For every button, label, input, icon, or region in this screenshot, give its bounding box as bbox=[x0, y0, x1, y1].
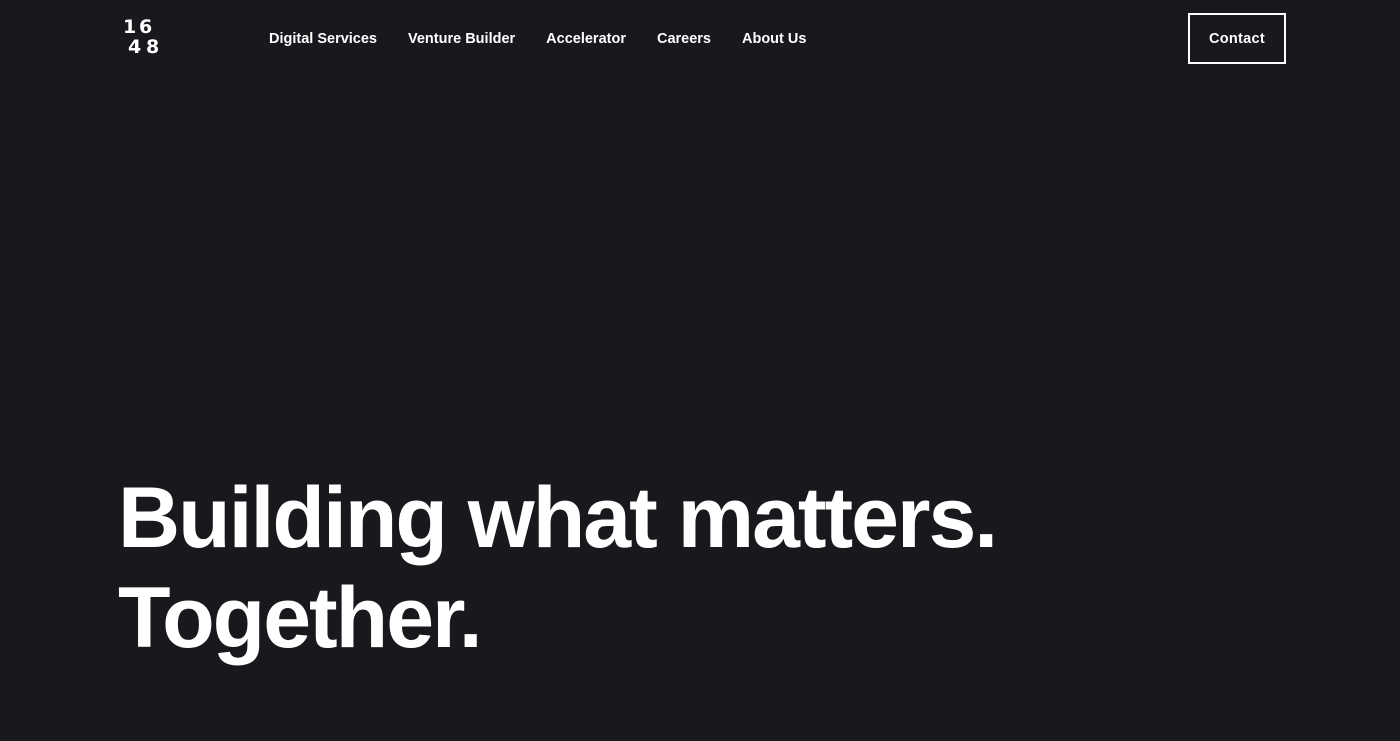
logo-digit: 6 bbox=[139, 16, 153, 38]
contact-button[interactable]: Contact bbox=[1188, 13, 1286, 64]
nav-item-accelerator[interactable]: Accelerator bbox=[546, 31, 626, 47]
logo-digit: 1 bbox=[123, 16, 137, 38]
main-nav: Digital Services Venture Builder Acceler… bbox=[269, 29, 837, 49]
nav-item-venture-builder[interactable]: Venture Builder bbox=[408, 31, 515, 47]
logo[interactable]: 1 6 4 8 bbox=[123, 17, 163, 59]
nav-item-about-us[interactable]: About Us bbox=[742, 31, 806, 47]
hero-headline: Building what matters. Together. bbox=[118, 468, 998, 668]
hero-line-2: Together. bbox=[118, 570, 483, 666]
logo-digit: 8 bbox=[146, 36, 160, 58]
hero-line-1: Building what matters. bbox=[118, 470, 998, 566]
nav-item-careers[interactable]: Careers bbox=[657, 31, 711, 47]
page: 1 6 4 8 Digital Services Venture Builder… bbox=[0, 0, 1400, 741]
logo-digit: 4 bbox=[128, 36, 142, 58]
nav-item-digital-services[interactable]: Digital Services bbox=[269, 31, 377, 47]
